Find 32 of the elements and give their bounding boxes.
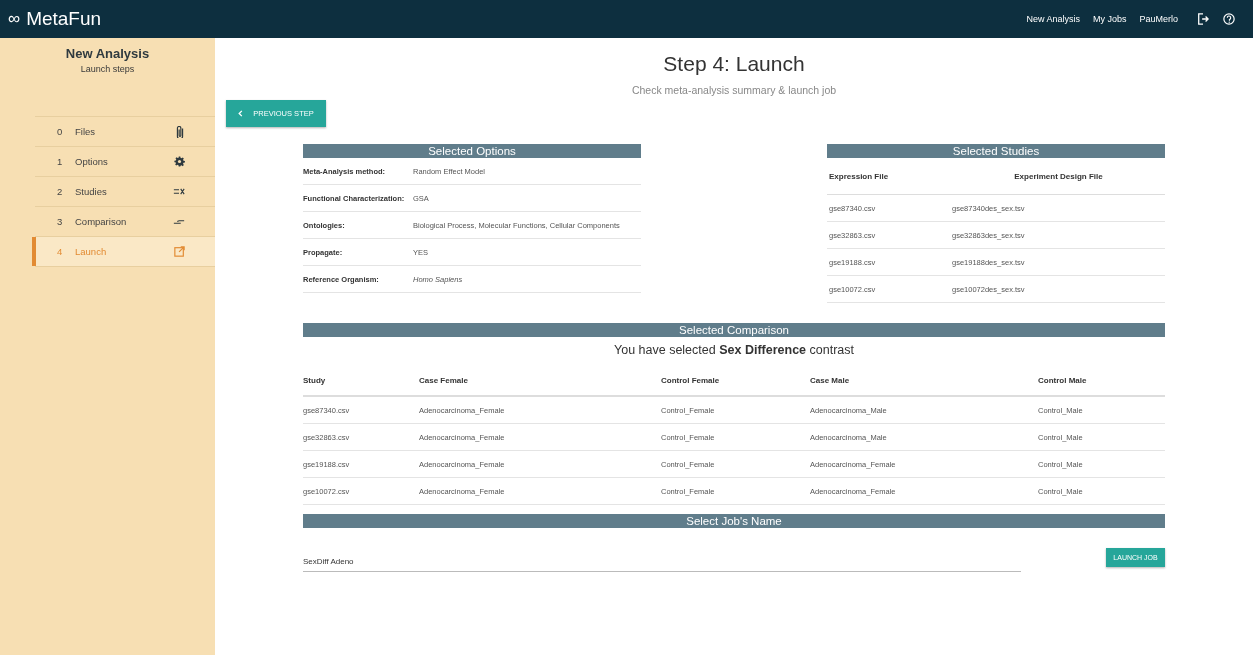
sidebar-subtitle: Launch steps xyxy=(79,64,136,74)
column-header: Case Male xyxy=(810,375,851,385)
sidebar-title: New Analysis xyxy=(64,46,151,61)
list-cross-icon xyxy=(173,187,185,196)
section-header: Selected Studies xyxy=(827,144,1165,158)
step-item[interactable]: 2 Studies xyxy=(35,177,215,207)
nav-link[interactable]: New Analysis xyxy=(1026,14,1080,24)
column-header: Experiment Design File xyxy=(1013,171,1104,181)
section-header: Select Job's Name xyxy=(303,514,1165,528)
app-name: MetaFun xyxy=(26,8,102,30)
contrast-summary: You have selected Sex Difference contrast xyxy=(613,343,855,357)
compare-arrows-icon xyxy=(173,217,185,226)
page-subtitle: Check meta-analysis summary & launch job xyxy=(630,84,838,96)
chevron-left-icon xyxy=(238,110,244,117)
nav-link[interactable]: My Jobs xyxy=(1092,14,1127,24)
column-header: Study xyxy=(303,375,327,385)
logout-icon[interactable] xyxy=(1197,13,1209,25)
column-header: Control Female xyxy=(661,375,721,385)
gear-icon xyxy=(174,156,185,167)
column-header: Case Female xyxy=(419,375,469,385)
section-header: Selected Options xyxy=(303,144,641,158)
logo-mark: ∞ xyxy=(8,9,21,29)
step-item[interactable]: 0 Files xyxy=(35,117,215,147)
page-title: Step 4: Launch xyxy=(662,52,806,76)
help-icon[interactable] xyxy=(1223,13,1235,25)
paperclip-icon xyxy=(175,125,185,138)
nav-link[interactable]: PauMerlo xyxy=(1139,14,1178,24)
section-header: Selected Comparison xyxy=(303,323,1165,337)
column-header: Control Male xyxy=(1038,375,1088,385)
column-header: Expression File xyxy=(829,171,890,181)
external-link-icon xyxy=(174,246,185,257)
step-item[interactable]: 1 Options xyxy=(35,147,215,177)
